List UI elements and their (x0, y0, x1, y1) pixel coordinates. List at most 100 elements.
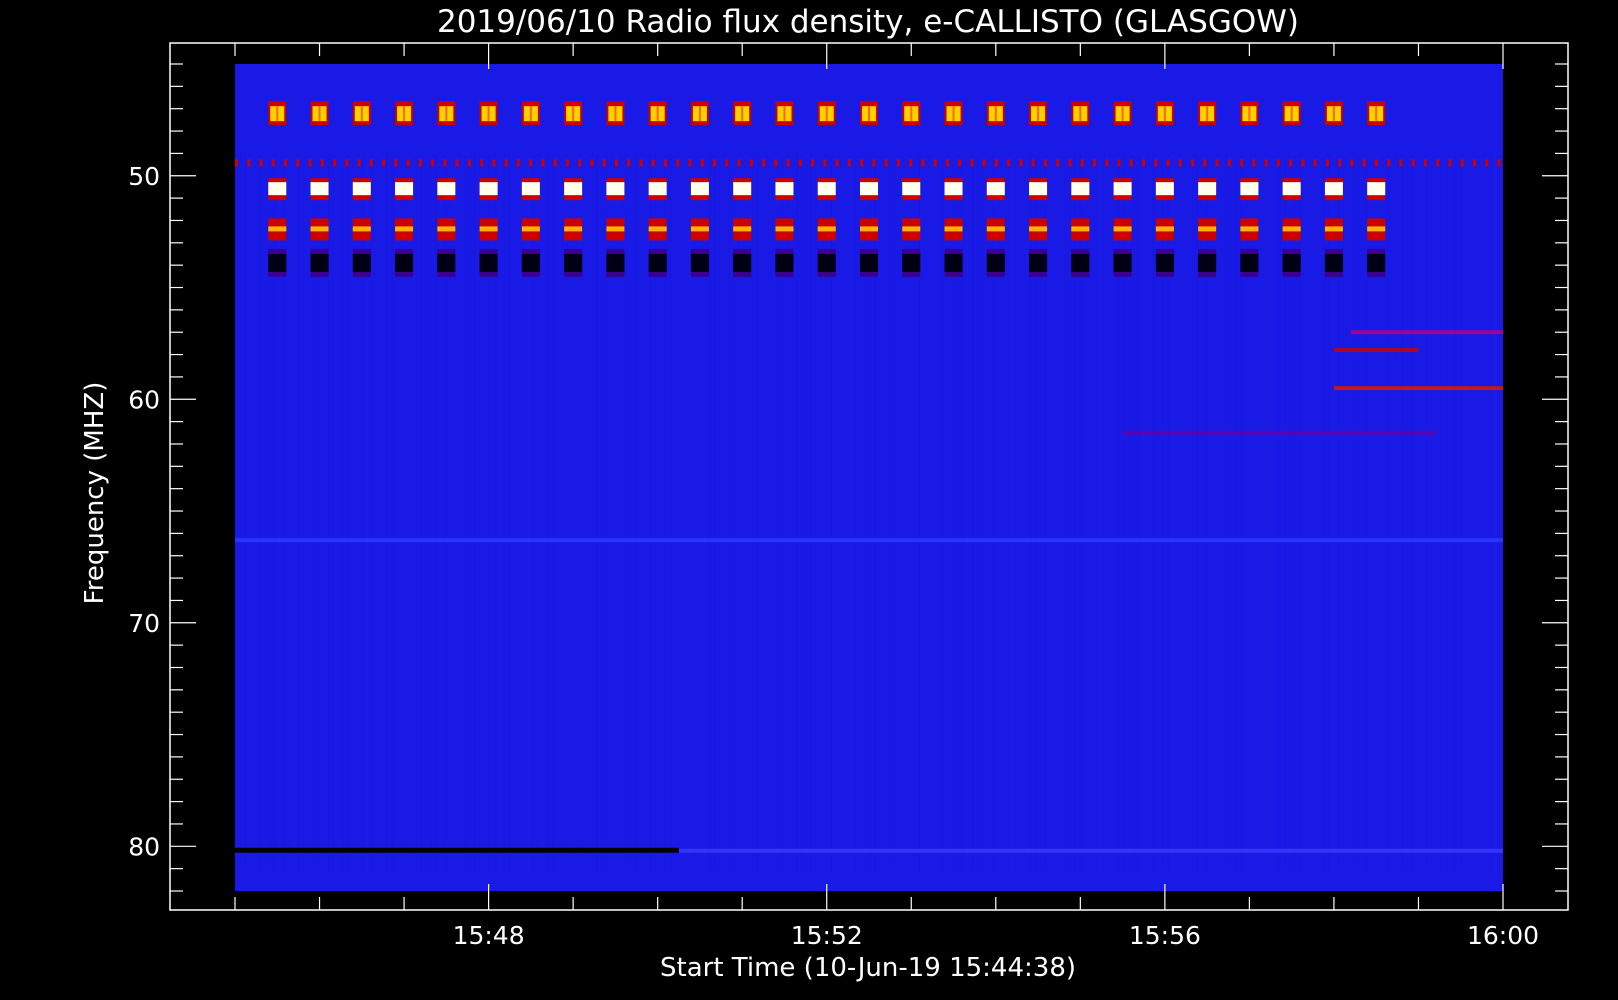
noise-streak (503, 154, 505, 871)
emission-spike (1264, 159, 1268, 167)
emission-band (1350, 330, 1503, 335)
emission-spike (394, 159, 398, 167)
burst-yellow-stripe (868, 106, 870, 122)
noise-streak (928, 154, 930, 871)
emission-spike (553, 159, 557, 167)
emission-spike (431, 159, 435, 167)
noise-streak (415, 154, 418, 871)
burst-white-core (564, 182, 583, 196)
noise-streak (1274, 154, 1276, 871)
noise-streak (430, 154, 432, 871)
burst-yellow-stripe (614, 106, 617, 122)
burst-yellow-stripe (1206, 106, 1209, 122)
noise-streak (1455, 154, 1457, 871)
burst-dark-core (310, 253, 329, 272)
noise-streak (1196, 154, 1198, 871)
burst-orange-core (817, 226, 836, 232)
burst-yellow-stripe (1079, 106, 1082, 122)
burst-white-core (733, 182, 752, 196)
noise-streak (547, 154, 549, 871)
burst-white-core (817, 182, 836, 196)
burst-white-core (1282, 182, 1301, 196)
chart-title: 2019/06/10 Radio flux density, e-CALLIST… (437, 4, 1299, 40)
noise-streak (762, 154, 764, 871)
burst-orange-core (1324, 226, 1343, 232)
noise-streak (1132, 154, 1135, 871)
emission-band (1333, 386, 1503, 391)
burst-dark-core (1029, 253, 1048, 272)
noise-streak (1401, 154, 1403, 871)
plot-area (235, 64, 1503, 891)
noise-streak (596, 154, 598, 871)
emission-spike (1105, 159, 1109, 167)
noise-streak (1064, 154, 1067, 871)
noise-streak (845, 154, 847, 871)
emission-spike (565, 159, 569, 167)
burst-dark-core (1155, 253, 1174, 272)
emission-spike (958, 159, 962, 167)
burst-dark-core (648, 253, 667, 272)
emission-spike (455, 159, 459, 167)
emission-spike (1411, 159, 1415, 167)
burst-dark-core (1240, 253, 1259, 272)
noise-streak (713, 154, 715, 871)
emission-spike (725, 159, 729, 167)
noise-streak (1147, 154, 1150, 871)
emission-spike (1117, 159, 1121, 167)
noise-streak (679, 154, 681, 871)
emission-spike (1276, 159, 1280, 167)
noise-streak (1445, 154, 1447, 871)
noise-streak (1479, 154, 1481, 871)
burst-orange-core (986, 226, 1005, 232)
emission-spike (259, 159, 263, 167)
emission-spike (296, 159, 300, 167)
emission-spike (235, 159, 238, 167)
noise-streak (298, 154, 300, 871)
emission-spike (823, 159, 827, 167)
burst-yellow-stripe (698, 106, 701, 122)
burst-orange-core (860, 226, 878, 232)
noise-streak (1142, 154, 1145, 871)
emission-spike (1325, 159, 1329, 167)
emission-spike (860, 159, 864, 167)
noise-streak (640, 154, 642, 871)
burst-orange-core (1029, 226, 1048, 232)
emission-spike (737, 159, 741, 167)
emission-spike (945, 159, 949, 167)
noise-streak (293, 154, 296, 871)
noise-streak (586, 154, 588, 871)
burst-yellow-stripe (910, 106, 913, 122)
noise-streak (1416, 154, 1418, 871)
noise-streak (1103, 154, 1106, 871)
noise-streak (630, 154, 632, 871)
emission-spike (418, 159, 422, 167)
emission-spike (1240, 159, 1244, 167)
noise-streak (1108, 154, 1110, 871)
emission-spike (516, 159, 520, 167)
emission-spike (1448, 159, 1452, 167)
noise-streak (244, 154, 247, 871)
noise-streak (459, 154, 461, 871)
noise-streak (542, 154, 544, 871)
noise-streak (1440, 154, 1442, 871)
emission-spike (480, 159, 484, 167)
noise-streak (1464, 154, 1467, 871)
noise-streak (1191, 154, 1193, 871)
noise-streak (971, 154, 974, 871)
emission-spike (835, 159, 839, 167)
noise-streak (1176, 154, 1179, 871)
noise-streak (796, 154, 798, 871)
emission-spike (492, 159, 496, 167)
emission-spike (688, 159, 692, 167)
burst-yellow-stripe (783, 106, 786, 122)
noise-streak (288, 154, 291, 871)
emission-band (1122, 430, 1436, 435)
noise-streak (923, 154, 925, 871)
burst-white-core (690, 182, 709, 196)
noise-streak (815, 154, 818, 871)
noise-streak (1469, 154, 1472, 871)
noise-streak (386, 154, 388, 871)
emission-spike (1436, 159, 1440, 167)
emission-spike (578, 159, 582, 167)
noise-streak (1347, 154, 1350, 871)
